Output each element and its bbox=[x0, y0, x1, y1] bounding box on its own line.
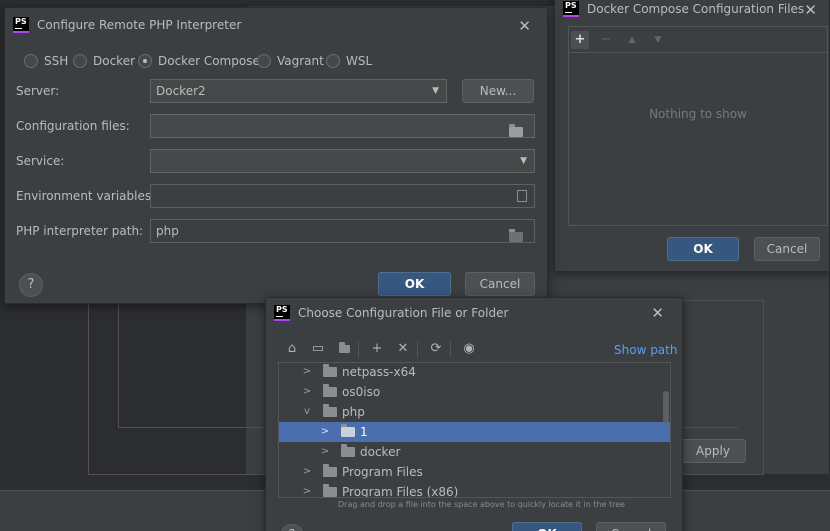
folder-icon bbox=[323, 404, 337, 417]
server-value: Docker2 bbox=[156, 84, 206, 98]
desktop-icon[interactable]: ▭ bbox=[309, 340, 327, 358]
remote-interpreter-dialog: PS Configure Remote PHP Interpreter ✕ SS… bbox=[4, 7, 548, 304]
toolbar-separator bbox=[358, 341, 359, 357]
project-folder-icon[interactable] bbox=[335, 340, 353, 358]
config-files-field[interactable] bbox=[150, 114, 535, 138]
folder-icon bbox=[323, 464, 337, 477]
tree-row[interactable]: > docker bbox=[279, 442, 670, 462]
help-button[interactable]: ? bbox=[280, 524, 304, 531]
close-icon[interactable]: ✕ bbox=[651, 304, 664, 322]
radio-docker-compose-label: Docker Compose bbox=[158, 54, 260, 68]
env-vars-field[interactable] bbox=[150, 184, 535, 208]
radio-wsl[interactable] bbox=[326, 54, 340, 68]
delete-icon[interactable]: ✕ bbox=[394, 340, 412, 358]
tree-item-label: netpass-x64 bbox=[342, 365, 416, 379]
folder-icon bbox=[341, 424, 355, 437]
php-path-value: php bbox=[156, 224, 179, 238]
folder-icon bbox=[323, 484, 337, 497]
tree-row[interactable]: > os0iso bbox=[279, 382, 670, 402]
php-path-field[interactable]: php bbox=[150, 219, 535, 243]
chevron-down-icon[interactable]: v bbox=[302, 402, 312, 422]
tree-row[interactable]: > Program Files bbox=[279, 462, 670, 482]
folder-icon bbox=[341, 444, 355, 457]
move-down-icon[interactable]: ▼ bbox=[649, 31, 667, 49]
home-icon[interactable]: ⌂ bbox=[283, 340, 301, 358]
drag-drop-hint: Drag and drop a file into the space abov… bbox=[338, 500, 626, 509]
tree-item-label: Program Files bbox=[342, 465, 423, 479]
dialog-title: Docker Compose Configuration Files bbox=[587, 2, 805, 16]
chooser-ok-button[interactable]: OK bbox=[512, 522, 582, 531]
move-up-icon[interactable]: ▲ bbox=[623, 31, 641, 49]
folder-browse-icon[interactable] bbox=[509, 121, 528, 143]
compose-ok-button[interactable]: OK bbox=[667, 237, 739, 261]
radio-docker-compose[interactable] bbox=[138, 54, 152, 68]
chevron-right-icon[interactable]: > bbox=[320, 422, 330, 442]
php-path-label: PHP interpreter path: bbox=[16, 224, 144, 238]
file-chooser-dialog: PS Choose Configuration File or Folder ✕… bbox=[265, 297, 683, 531]
scrollbar[interactable] bbox=[663, 391, 669, 423]
chevron-right-icon[interactable]: > bbox=[320, 442, 330, 462]
folder-icon bbox=[323, 384, 337, 397]
phpstorm-logo-icon: PS bbox=[13, 17, 29, 33]
config-files-label: Configuration files: bbox=[16, 119, 130, 133]
phpstorm-logo-icon: PS bbox=[274, 305, 290, 321]
compose-toolbar: + − ▲ ▼ bbox=[569, 27, 827, 53]
tree-item-label: os0iso bbox=[342, 385, 381, 399]
folder-icon bbox=[323, 364, 337, 377]
close-icon[interactable]: ✕ bbox=[518, 17, 531, 35]
radio-vagrant-label: Vagrant bbox=[277, 54, 324, 68]
env-vars-label: Environment variables: bbox=[16, 189, 156, 203]
chevron-right-icon[interactable]: > bbox=[302, 482, 312, 497]
chevron-down-icon: ▼ bbox=[432, 86, 439, 96]
server-select[interactable]: Docker2 ▼ bbox=[150, 79, 447, 103]
new-server-button[interactable]: New... bbox=[462, 79, 534, 103]
tree-row[interactable]: > Program Files (x86) bbox=[279, 482, 670, 498]
dialog-title: Configure Remote PHP Interpreter bbox=[37, 18, 242, 32]
ok-button[interactable]: OK bbox=[378, 272, 451, 296]
chevron-right-icon[interactable]: > bbox=[302, 462, 312, 482]
chevron-right-icon[interactable]: > bbox=[302, 382, 312, 402]
compose-list-panel: + − ▲ ▼ Nothing to show bbox=[568, 26, 828, 226]
folder-browse-icon[interactable] bbox=[509, 226, 528, 248]
toolbar-separator bbox=[450, 341, 451, 357]
service-select[interactable]: ▼ bbox=[150, 149, 535, 173]
apply-button[interactable]: Apply bbox=[680, 439, 746, 463]
empty-list-text: Nothing to show bbox=[649, 107, 747, 121]
add-icon[interactable]: + bbox=[571, 31, 589, 49]
radio-ssh-label: SSH bbox=[44, 54, 69, 68]
compose-files-dialog: PS Docker Compose Configuration Files ✕ … bbox=[554, 0, 830, 272]
radio-docker[interactable] bbox=[73, 54, 87, 68]
radio-docker-label: Docker bbox=[93, 54, 136, 68]
radio-vagrant[interactable] bbox=[257, 54, 271, 68]
help-button[interactable]: ? bbox=[19, 273, 43, 297]
chooser-cancel-button[interactable]: Cancel bbox=[596, 522, 666, 531]
tree-item-label: 1 bbox=[360, 425, 368, 439]
server-label: Server: bbox=[16, 84, 60, 98]
radio-wsl-label: WSL bbox=[346, 54, 373, 68]
toolbar-separator bbox=[417, 341, 418, 357]
cancel-button[interactable]: Cancel bbox=[465, 272, 535, 296]
phpstorm-logo-icon: PS bbox=[563, 1, 579, 17]
tree-row-selected[interactable]: > 1 bbox=[279, 422, 670, 442]
tree-row[interactable]: v php bbox=[279, 402, 670, 422]
show-path-link[interactable]: Show path bbox=[614, 343, 677, 357]
tree-item-label: php bbox=[342, 405, 365, 419]
chevron-down-icon: ▼ bbox=[520, 156, 527, 166]
tree-item-label: Program Files (x86) bbox=[342, 485, 459, 498]
chevron-right-icon[interactable]: > bbox=[302, 363, 312, 382]
service-label: Service: bbox=[16, 154, 65, 168]
tree-item-label: docker bbox=[360, 445, 401, 459]
tree-row[interactable]: > netpass-x64 bbox=[279, 363, 670, 382]
dialog-title: Choose Configuration File or Folder bbox=[298, 306, 509, 320]
radio-ssh[interactable] bbox=[24, 54, 38, 68]
close-icon[interactable]: ✕ bbox=[804, 1, 817, 19]
refresh-icon[interactable]: ⟳ bbox=[427, 340, 445, 358]
show-hidden-icon[interactable]: ◉ bbox=[460, 340, 478, 358]
remove-icon[interactable]: − bbox=[597, 31, 615, 49]
document-icon[interactable] bbox=[517, 190, 527, 202]
file-tree[interactable]: > netpass-x64 > os0iso v php > 1 > docke… bbox=[278, 362, 671, 498]
compose-cancel-button[interactable]: Cancel bbox=[754, 237, 820, 261]
new-folder-icon[interactable]: + bbox=[368, 340, 386, 358]
